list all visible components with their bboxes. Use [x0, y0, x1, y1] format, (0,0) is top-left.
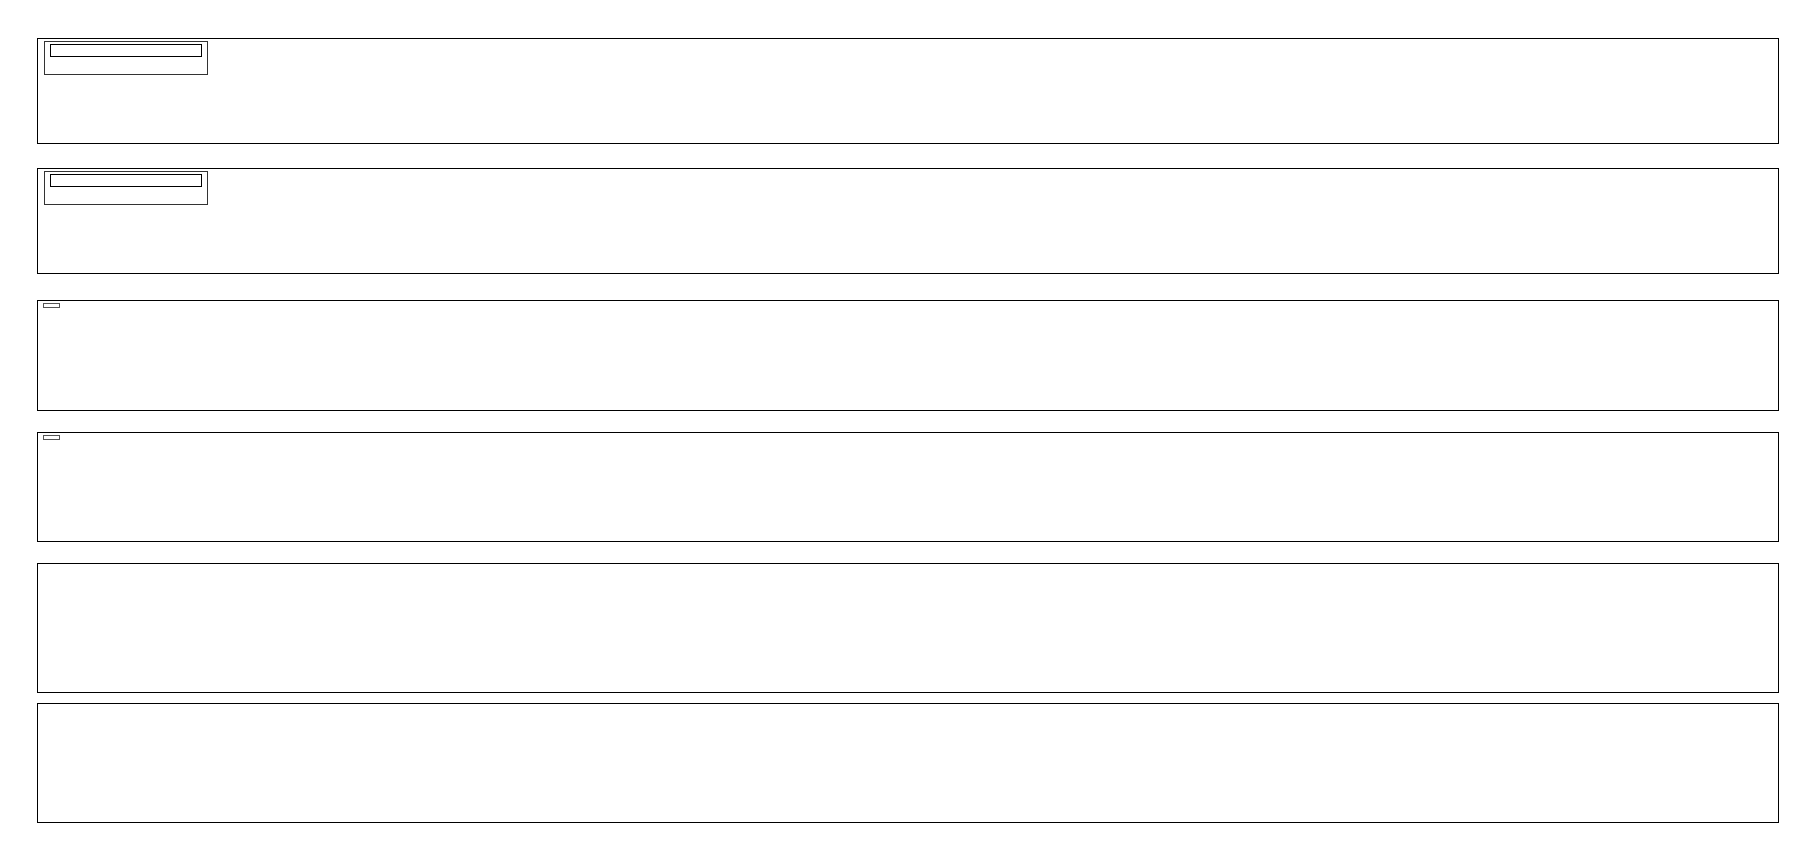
v-velocity-heatmap	[38, 169, 1778, 273]
std-absi-label	[43, 435, 60, 440]
depth-variation-lines	[38, 564, 1778, 692]
mean-absi-heatmap	[38, 301, 1778, 410]
panel-depth-variation	[37, 563, 1779, 693]
panel-v-velocity	[37, 168, 1779, 274]
u-colorbar-legend	[44, 41, 208, 75]
v-colorbar	[50, 174, 202, 187]
v-colorbar-legend	[44, 171, 208, 205]
mean-absi-label	[43, 303, 60, 308]
u-colorbar	[50, 44, 202, 57]
temperature-line	[38, 704, 1778, 822]
panel-u-velocity	[37, 38, 1779, 144]
panel-temperature	[37, 703, 1779, 823]
panel-std-absi	[37, 432, 1779, 542]
std-absi-heatmap	[38, 433, 1778, 541]
v-colorbar-ticks	[50, 187, 202, 201]
u-colorbar-ticks	[50, 57, 202, 71]
figure-root	[0, 0, 1800, 850]
panel-mean-absi	[37, 300, 1779, 411]
u-velocity-heatmap	[38, 39, 1778, 143]
